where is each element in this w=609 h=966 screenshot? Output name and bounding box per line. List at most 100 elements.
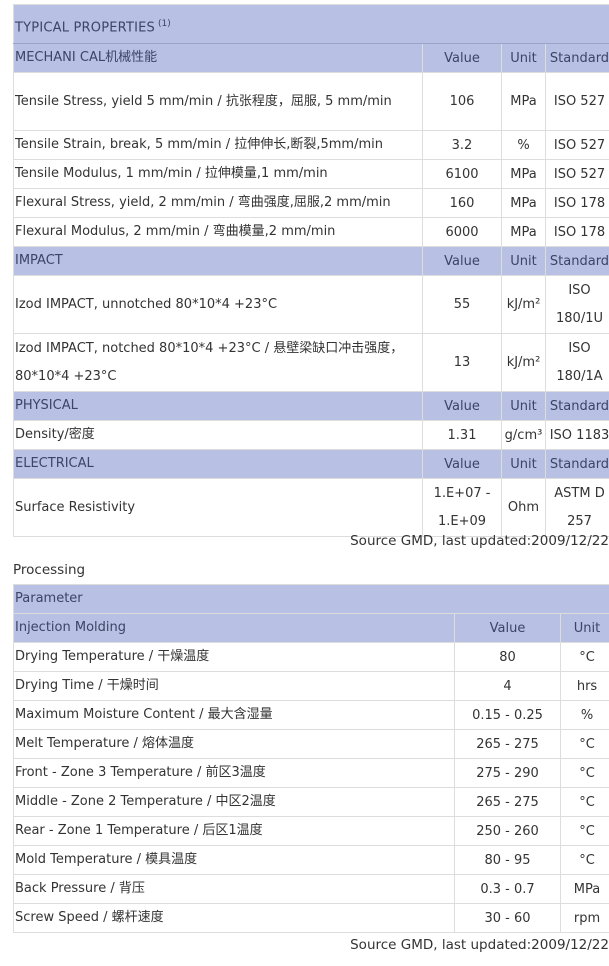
property-standard: ISO 1183 xyxy=(545,420,609,450)
property-standard: ISO 180/1U xyxy=(545,275,609,334)
section-name: ELECTRICAL xyxy=(13,449,423,479)
property-standard: ISO 178 xyxy=(545,217,609,247)
col-unit-header: Unit xyxy=(501,449,546,479)
table-row: Izod IMPACT, unnotched 80*10*4 +23°C 55 … xyxy=(13,275,609,334)
table-row: Melt Temperature / 熔体温度 265 - 275 °C xyxy=(13,729,609,759)
property-label: Flexural Modulus, 2 mm/min / 弯曲模量,2 mm/m… xyxy=(13,217,423,247)
table-title-row: TYPICAL PROPERTIES (1) xyxy=(13,4,609,44)
table-title-footnote: (1) xyxy=(158,18,171,29)
parameter-header: Parameter xyxy=(12,584,609,614)
table-row: Tensile Strain, break, 5 mm/min / 拉伸伸长,断… xyxy=(13,130,609,160)
processing-header-row: Parameter xyxy=(12,584,609,614)
section-header-mechanical: MECHANI CAL机械性能 Value Unit Standard xyxy=(13,43,609,73)
table-row: Flexural Modulus, 2 mm/min / 弯曲模量,2 mm/m… xyxy=(13,217,609,247)
table-row: Front - Zone 3 Temperature / 前区3温度 275 -… xyxy=(13,758,609,788)
parameter-label: Screw Speed / 螺杆速度 xyxy=(13,903,455,933)
typical-properties-table: TYPICAL PROPERTIES (1) MECHANI CAL机械性能 Va… xyxy=(13,4,609,537)
col-value-header: Value xyxy=(422,246,502,276)
table-row: Drying Temperature / 干燥温度 80 °C xyxy=(13,642,609,672)
table-row: Tensile Modulus, 1 mm/min / 拉伸模量,1 mm/mi… xyxy=(13,159,609,189)
table-title-text: TYPICAL PROPERTIES xyxy=(15,20,155,36)
table-row: Rear - Zone 1 Temperature / 后区1温度 250 - … xyxy=(13,816,609,846)
parameter-unit: % xyxy=(559,700,609,730)
parameter-label: Drying Time / 干燥时间 xyxy=(13,671,455,701)
col-value-header: Value xyxy=(422,43,502,73)
parameter-unit: °C xyxy=(559,816,609,846)
property-value: 106 xyxy=(422,72,502,131)
parameter-value: 250 - 260 xyxy=(454,816,561,846)
properties-source-note: Source GMD, last updated:2009/12/22 xyxy=(350,533,609,549)
table-row: Middle - Zone 2 Temperature / 中区2温度 265 … xyxy=(13,787,609,817)
property-standard: ISO 180/1A xyxy=(545,333,609,392)
parameter-unit: MPa xyxy=(559,874,609,904)
col-standard-header: Standard xyxy=(545,391,609,421)
col-unit-header: Unit xyxy=(501,246,546,276)
parameter-label: Drying Temperature / 干燥温度 xyxy=(13,642,455,672)
table-row: Screw Speed / 螺杆速度 30 - 60 rpm xyxy=(13,903,609,933)
property-unit: g/cm³ xyxy=(501,420,546,450)
parameter-unit: rpm xyxy=(559,903,609,933)
parameter-unit: hrs xyxy=(559,671,609,701)
property-standard: ASTM D 257 xyxy=(545,478,609,537)
property-unit: MPa xyxy=(501,217,546,247)
processing-source-note: Source GMD, last updated:2009/12/22 xyxy=(350,937,609,953)
property-standard: ISO 178 xyxy=(545,188,609,218)
parameter-value: 265 - 275 xyxy=(454,729,561,759)
col-value-header: Value xyxy=(422,449,502,479)
property-value: 1.31 xyxy=(422,420,502,450)
parameter-label: Mold Temperature / 模具温度 xyxy=(13,845,455,875)
table-row: Drying Time / 干燥时间 4 hrs xyxy=(13,671,609,701)
col-standard-header: Standard xyxy=(545,449,609,479)
property-unit: kJ/m² xyxy=(501,333,546,392)
col-unit-header: Unit xyxy=(501,391,546,421)
property-unit: % xyxy=(501,130,546,160)
table-row: Maximum Moisture Content / 最大含湿量 0.15 - … xyxy=(13,700,609,730)
parameter-value: 0.15 - 0.25 xyxy=(454,700,561,730)
property-label: Izod IMPACT, notched 80*10*4 +23°C / 悬壁梁… xyxy=(13,333,423,392)
parameter-label: Melt Temperature / 熔体温度 xyxy=(13,729,455,759)
property-unit: kJ/m² xyxy=(501,275,546,334)
table-row: Izod IMPACT, notched 80*10*4 +23°C / 悬壁梁… xyxy=(13,333,609,392)
section-header-physical: PHYSICAL Value Unit Standard xyxy=(13,391,609,421)
parameter-value: 80 xyxy=(454,642,561,672)
property-unit: Ohm xyxy=(501,478,546,537)
property-value: 6100 xyxy=(422,159,502,189)
col-standard-header: Standard xyxy=(545,43,609,73)
section-name: MECHANI CAL机械性能 xyxy=(13,43,423,73)
parameter-value: 275 - 290 xyxy=(454,758,561,788)
table-title: TYPICAL PROPERTIES (1) xyxy=(13,4,609,44)
table-row: Back Pressure / 背压 0.3 - 0.7 MPa xyxy=(13,874,609,904)
property-unit: MPa xyxy=(501,72,546,131)
section-name: Injection Molding xyxy=(13,613,455,643)
processing-table: Parameter Injection Molding Value Unit D… xyxy=(12,584,609,933)
property-unit: MPa xyxy=(501,159,546,189)
parameter-value: 0.3 - 0.7 xyxy=(454,874,561,904)
section-header-electrical: ELECTRICAL Value Unit Standard xyxy=(13,449,609,479)
col-standard-header: Standard xyxy=(545,246,609,276)
property-value: 3.2 xyxy=(422,130,502,160)
parameter-value: 30 - 60 xyxy=(454,903,561,933)
property-label: Izod IMPACT, unnotched 80*10*4 +23°C xyxy=(13,275,423,334)
col-value-header: Value xyxy=(422,391,502,421)
section-name: PHYSICAL xyxy=(13,391,423,421)
parameter-unit: °C xyxy=(559,642,609,672)
section-name: IMPACT xyxy=(13,246,423,276)
property-label: Flexural Stress, yield, 2 mm/min / 弯曲强度,… xyxy=(13,188,423,218)
table-row: Flexural Stress, yield, 2 mm/min / 弯曲强度,… xyxy=(13,188,609,218)
table-row: Density/密度 1.31 g/cm³ ISO 1183 xyxy=(13,420,609,450)
col-unit-header: Unit xyxy=(501,43,546,73)
parameter-label: Maximum Moisture Content / 最大含湿量 xyxy=(13,700,455,730)
section-header-impact: IMPACT Value Unit Standard xyxy=(13,246,609,276)
parameter-label: Rear - Zone 1 Temperature / 后区1温度 xyxy=(13,816,455,846)
parameter-label: Front - Zone 3 Temperature / 前区3温度 xyxy=(13,758,455,788)
property-label: Density/密度 xyxy=(13,420,423,450)
parameter-unit: °C xyxy=(559,787,609,817)
parameter-value: 80 - 95 xyxy=(454,845,561,875)
property-unit: MPa xyxy=(501,188,546,218)
parameter-label: Middle - Zone 2 Temperature / 中区2温度 xyxy=(13,787,455,817)
table-row: Mold Temperature / 模具温度 80 - 95 °C xyxy=(13,845,609,875)
parameter-value: 4 xyxy=(454,671,561,701)
property-label: Tensile Modulus, 1 mm/min / 拉伸模量,1 mm/mi… xyxy=(13,159,423,189)
table-row: Tensile Stress, yield 5 mm/min / 抗张程度，屈服… xyxy=(13,72,609,131)
col-unit-header: Unit xyxy=(559,613,609,643)
